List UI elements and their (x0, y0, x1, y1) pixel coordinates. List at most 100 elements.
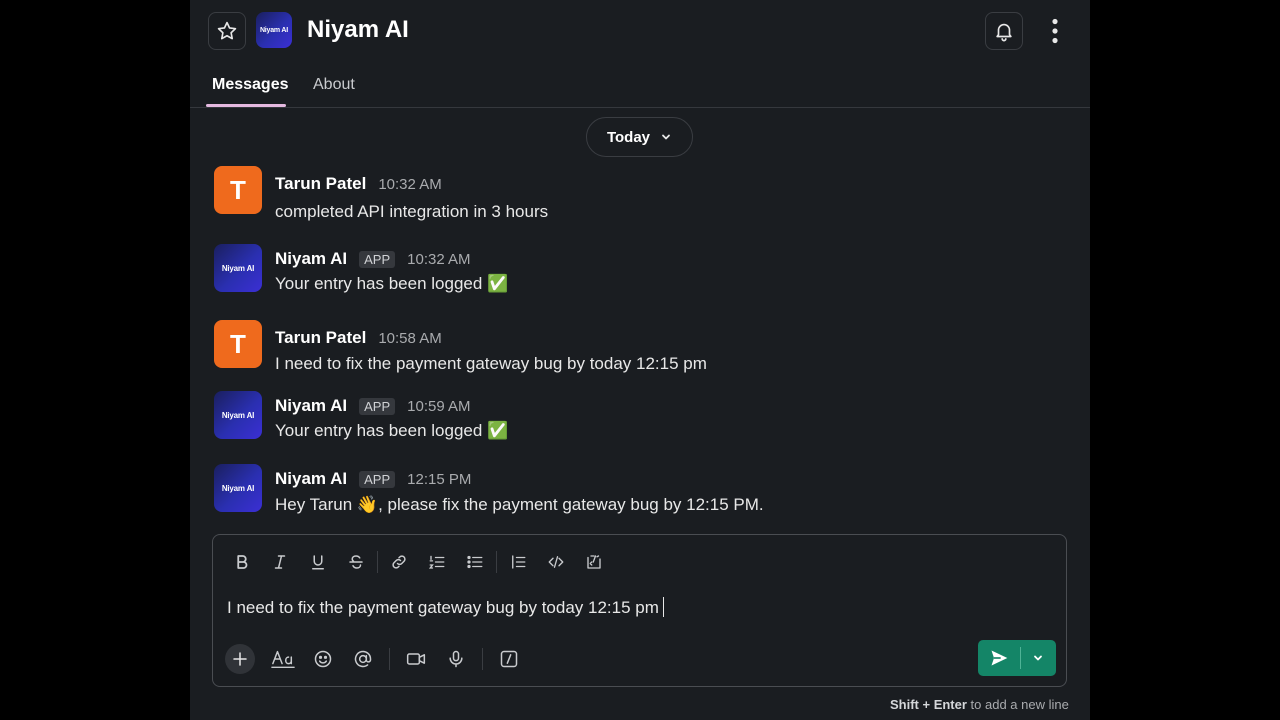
link-icon (392, 555, 406, 569)
author-name[interactable]: Tarun Patel (275, 174, 366, 194)
strikethrough-icon (349, 555, 363, 569)
schedule-send-button[interactable] (1021, 640, 1055, 676)
message-time[interactable]: 12:15 PM (407, 471, 471, 488)
code-button[interactable] (537, 547, 575, 577)
app-logo-text: Niyam AI (259, 26, 289, 34)
bulleted-list-button[interactable] (456, 547, 494, 577)
message-time[interactable]: 10:59 AM (407, 398, 470, 415)
emoji-button[interactable] (303, 643, 343, 675)
video-icon (406, 653, 426, 665)
composer-hint: Shift + Enter to add a new line (890, 697, 1069, 712)
hint-keys: Shift + Enter (890, 697, 967, 712)
avatar[interactable]: Niyam AI (214, 464, 262, 512)
message-time[interactable]: 10:32 AM (407, 251, 470, 268)
date-divider-button[interactable]: Today (586, 117, 693, 157)
toolbar-divider (389, 648, 390, 670)
mention-icon (354, 650, 372, 668)
star-button[interactable] (208, 12, 246, 50)
app-logo: Niyam AI (256, 12, 292, 48)
avatar-text: Niyam AI (221, 263, 255, 273)
bulleted-list-icon (467, 555, 483, 569)
app-badge: APP (359, 397, 396, 415)
message-text: Hey Tarun 👋, please fix the payment gate… (275, 495, 764, 514)
message-input[interactable]: I need to fix the payment gateway bug by… (227, 597, 664, 618)
author-name[interactable]: Niyam AI (275, 249, 347, 269)
avatar-initial: T (230, 328, 246, 359)
message-meta: Niyam AI APP 10:59 AM (275, 396, 471, 416)
author-name[interactable]: Niyam AI (275, 469, 347, 489)
page-title: Niyam AI (307, 16, 409, 43)
message-meta: Niyam AI APP 10:32 AM (275, 249, 471, 269)
ordered-list-icon (428, 555, 445, 569)
chevron-down-icon (662, 134, 670, 140)
message-text: I need to fix the payment gateway bug by… (275, 354, 707, 373)
tab-bar: Messages About (190, 66, 1090, 108)
bold-button[interactable] (223, 547, 261, 577)
date-divider-label: Today (606, 128, 651, 146)
avatar-text: Niyam AI (221, 483, 255, 493)
avatar[interactable]: Niyam AI (214, 391, 262, 439)
text-caret (662, 597, 664, 617)
add-attachment-button[interactable] (225, 644, 255, 674)
emoji-icon (314, 650, 332, 668)
italic-button[interactable] (261, 547, 299, 577)
text-format-button[interactable] (263, 643, 303, 675)
code-block-icon (587, 555, 601, 569)
channel-header: Niyam AI Niyam AI (190, 0, 1090, 62)
text-format-icon (271, 650, 295, 669)
more-options-button[interactable] (1045, 14, 1065, 48)
avatar-initial: T (230, 174, 246, 205)
audio-button[interactable] (436, 643, 476, 675)
ordered-list-button[interactable] (418, 547, 456, 577)
avatar-text: Niyam AI (221, 410, 255, 420)
avatar[interactable]: T (214, 320, 262, 368)
chat-window: Niyam AI Niyam AI Messages About Today T… (190, 0, 1090, 720)
message-time[interactable]: 10:32 AM (378, 176, 441, 193)
message-meta: Niyam AI APP 12:15 PM (275, 469, 471, 489)
active-tab-indicator (206, 104, 286, 107)
formatting-toolbar (223, 547, 613, 577)
app-badge: APP (359, 250, 396, 268)
toolbar-divider (377, 551, 378, 573)
send-button[interactable] (978, 640, 1020, 676)
code-block-button[interactable] (575, 547, 613, 577)
send-button-group (978, 640, 1056, 676)
message-meta: Tarun Patel 10:58 AM (275, 328, 442, 348)
message-text: Your entry has been logged ✅ (275, 274, 509, 293)
strikethrough-button[interactable] (337, 547, 375, 577)
app-badge: APP (359, 470, 396, 488)
chevron-down-icon (1034, 655, 1042, 661)
link-button[interactable] (380, 547, 418, 577)
message-input-value: I need to fix the payment gateway bug by… (227, 598, 659, 617)
toolbar-divider (482, 648, 483, 670)
composer-actions (225, 643, 529, 675)
slash-command-button[interactable] (489, 643, 529, 675)
star-icon (217, 21, 237, 40)
italic-icon (274, 555, 286, 569)
underline-icon (312, 555, 324, 570)
bell-icon (996, 23, 1012, 42)
microphone-icon (449, 650, 463, 668)
hint-text: to add a new line (966, 697, 1069, 712)
avatar[interactable]: Niyam AI (214, 244, 262, 292)
message-text: completed API integration in 3 hours (275, 202, 549, 221)
underline-button[interactable] (299, 547, 337, 577)
message-time[interactable]: 10:58 AM (378, 330, 441, 347)
video-button[interactable] (396, 643, 436, 675)
blockquote-icon (512, 555, 526, 569)
plus-icon (233, 652, 247, 666)
message-meta: Tarun Patel 10:32 AM (275, 174, 442, 194)
message-text: Your entry has been logged ✅ (275, 421, 509, 440)
message-composer: I need to fix the payment gateway bug by… (212, 534, 1067, 687)
author-name[interactable]: Tarun Patel (275, 328, 366, 348)
mention-button[interactable] (343, 643, 383, 675)
code-icon (548, 556, 564, 568)
notifications-button[interactable] (985, 12, 1023, 50)
blockquote-button[interactable] (499, 547, 537, 577)
author-name[interactable]: Niyam AI (275, 396, 347, 416)
avatar[interactable]: T (214, 166, 262, 214)
toolbar-divider (496, 551, 497, 573)
tab-about[interactable]: About (313, 76, 355, 94)
tab-messages[interactable]: Messages (212, 76, 289, 94)
slash-command-icon (500, 650, 518, 668)
